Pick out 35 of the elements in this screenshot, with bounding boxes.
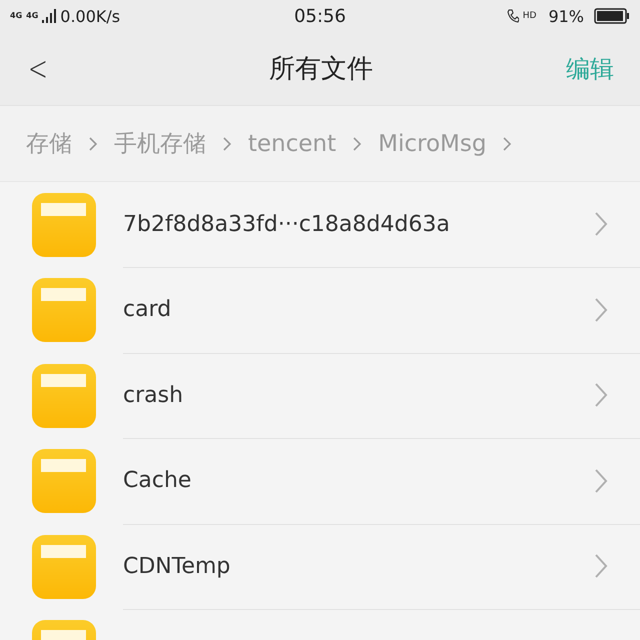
folder-name: 7b2f8d8a33fd···c18a8d4d63a [123, 212, 451, 237]
folder-icon [32, 278, 96, 342]
clock: 05:56 [294, 6, 346, 26]
network-label: 4G [26, 12, 38, 20]
folder-row[interactable]: crash [0, 353, 640, 438]
chevron-icon [594, 468, 608, 494]
network-label: 4G [10, 12, 22, 20]
folder-row[interactable]: Cache [0, 438, 640, 524]
folder-icon [32, 449, 96, 514]
folder-icon [32, 534, 96, 599]
folder-row[interactable]: CDNTemp [0, 524, 640, 610]
page-title: 所有文件 [268, 53, 374, 86]
chevron-icon [222, 136, 232, 152]
folder-name: crash [123, 382, 184, 408]
chevron-icon [352, 136, 362, 152]
phone-icon [506, 9, 519, 23]
network-speed: 0.00K/s [60, 6, 120, 26]
battery-icon [594, 8, 630, 24]
folder-row[interactable]: card [0, 268, 640, 353]
chevron-icon [594, 211, 608, 238]
chevron-icon [88, 136, 98, 152]
folder-name: CDNTemp [123, 554, 232, 579]
folder-row[interactable]: 7b2f8d8a33fd···c18a8d4d63a [0, 182, 640, 268]
chevron-icon [594, 296, 608, 323]
folder-name: Cache [123, 468, 192, 494]
hd-label: HD [522, 12, 536, 20]
chevron-icon [594, 382, 608, 408]
chevron-icon [594, 553, 608, 580]
folder-icon [32, 192, 96, 257]
back-button[interactable]: < [28, 48, 91, 88]
battery-percent: 91% [548, 6, 584, 26]
chevron-icon [502, 136, 512, 152]
signal-icon [42, 9, 56, 23]
folder-icon [32, 364, 96, 428]
folder-name: card [123, 297, 172, 322]
